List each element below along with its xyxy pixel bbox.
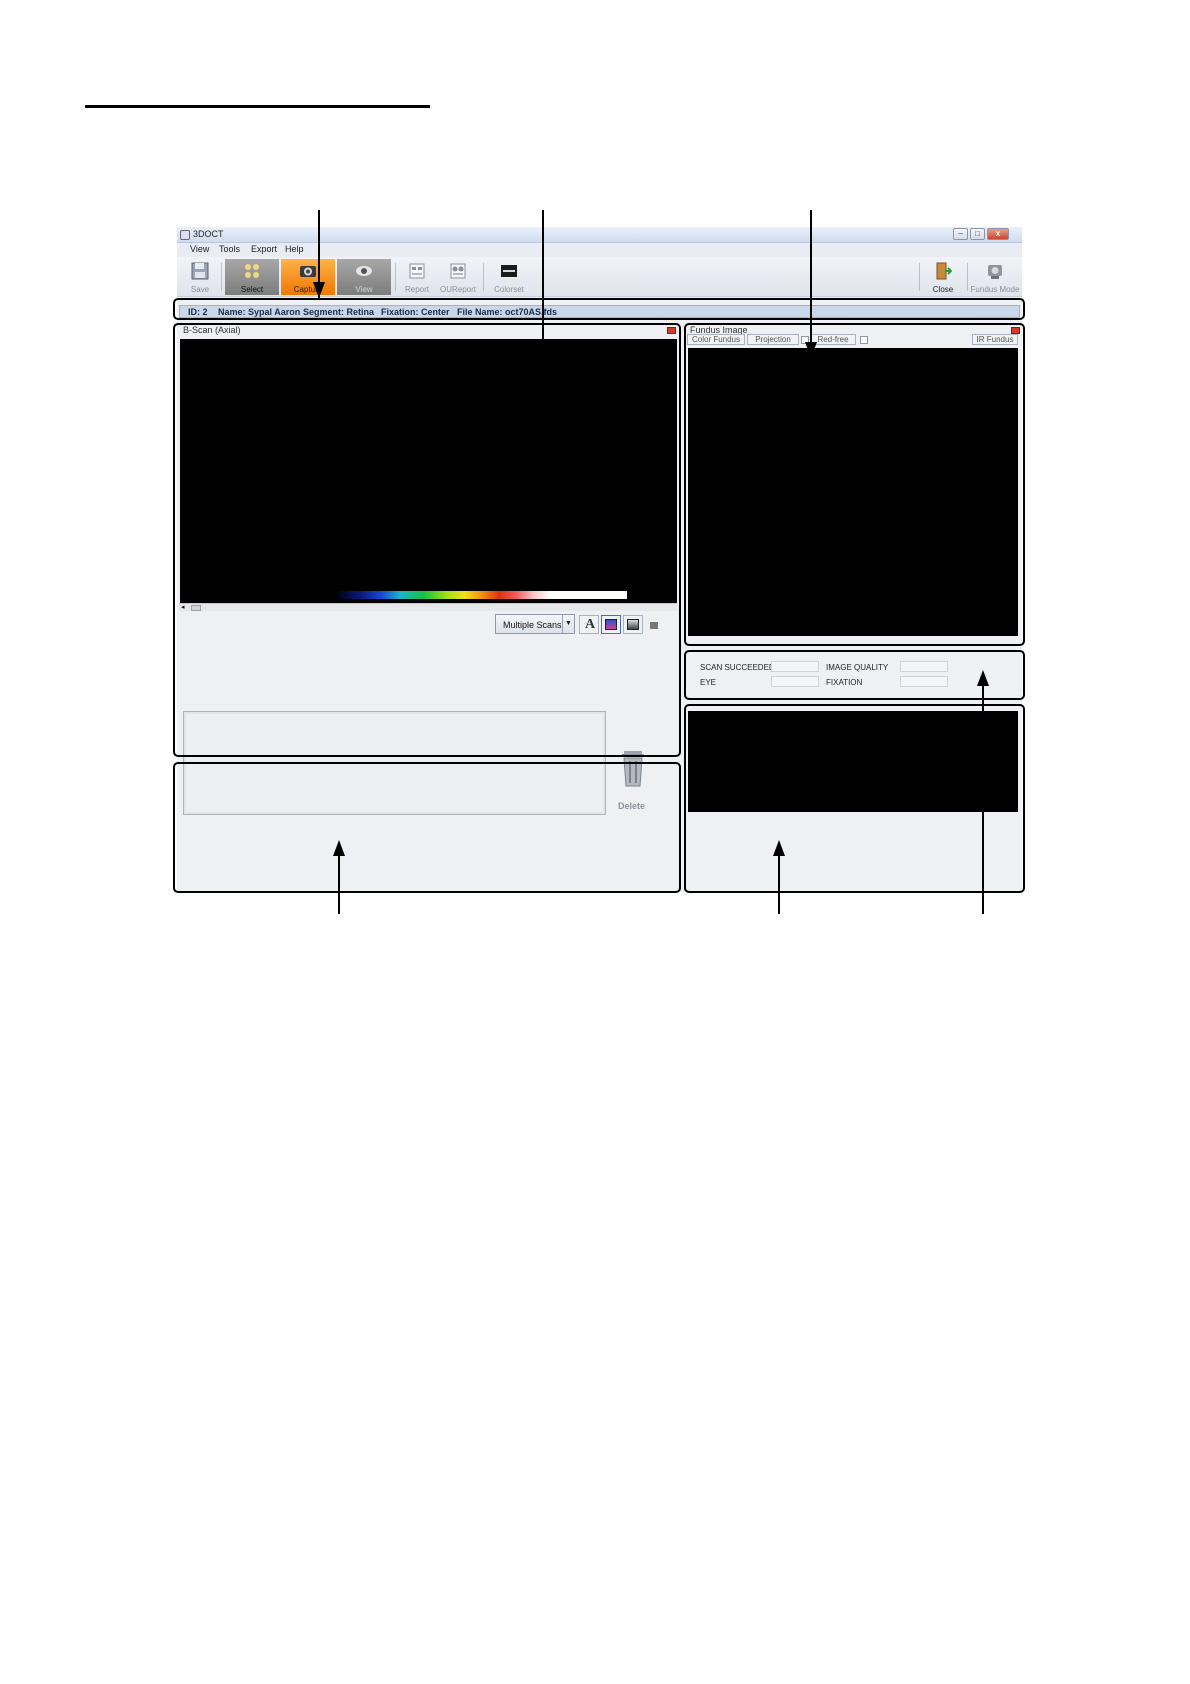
arrow-head-fundus: [805, 342, 817, 358]
leader-line-thumbnails: [338, 856, 340, 914]
camera-icon: [300, 266, 316, 277]
leader-line-bscan: [542, 210, 544, 340]
menu-view[interactable]: View: [190, 244, 209, 254]
leader-line-status: [982, 686, 984, 914]
door-exit-icon: [936, 262, 952, 280]
capture-button[interactable]: Capture: [281, 259, 335, 295]
callout-frame-bscan: [173, 323, 681, 757]
title-bar: 3DOCT – □ x: [177, 227, 1022, 243]
arrow-head-thumbnails: [333, 840, 345, 856]
report-button[interactable]: Report: [399, 259, 435, 295]
header-rule: [85, 105, 430, 108]
app-icon: [180, 230, 190, 240]
toolbar: Save Select Capture View Report OUReport…: [177, 257, 1022, 297]
eye-icon: [356, 266, 372, 276]
colorset-icon: [501, 265, 517, 277]
close-window-button[interactable]: x: [987, 228, 1009, 240]
arrow-head-info: [313, 282, 325, 298]
menu-help[interactable]: Help: [285, 244, 304, 254]
leader-line-fundus: [810, 210, 812, 342]
fundus-mode-button[interactable]: Fundus Mode: [970, 259, 1020, 295]
leader-line-preview: [778, 856, 780, 914]
grid-icon: [245, 264, 259, 278]
callout-frame-fundus: [684, 323, 1025, 646]
callout-frame-status: [684, 650, 1025, 700]
arrow-head-status: [977, 670, 989, 686]
ou-report-icon: [450, 263, 466, 279]
menu-export[interactable]: Export: [251, 244, 277, 254]
callout-frame-info-bar: [173, 298, 1025, 320]
floppy-icon: [191, 262, 209, 280]
arrow-head-preview: [773, 840, 785, 856]
minimize-button[interactable]: –: [953, 228, 968, 240]
window-title: 3DOCT: [193, 229, 224, 239]
select-button[interactable]: Select: [225, 259, 279, 295]
menu-bar: View Tools Export Help: [177, 243, 1022, 257]
view-button[interactable]: View: [337, 259, 391, 295]
menu-tools[interactable]: Tools: [219, 244, 240, 254]
maximize-button[interactable]: □: [970, 228, 985, 240]
callout-frame-preview: [684, 704, 1025, 893]
save-button[interactable]: Save: [183, 259, 217, 295]
arrow-head-bscan: [537, 342, 549, 358]
colorset-button[interactable]: Colorset: [487, 259, 531, 295]
fundus-camera-icon: [988, 265, 1002, 279]
close-button[interactable]: Close: [923, 259, 963, 295]
report-icon: [409, 263, 425, 279]
oureport-button[interactable]: OUReport: [437, 259, 479, 295]
callout-frame-thumbnails: [173, 762, 681, 893]
